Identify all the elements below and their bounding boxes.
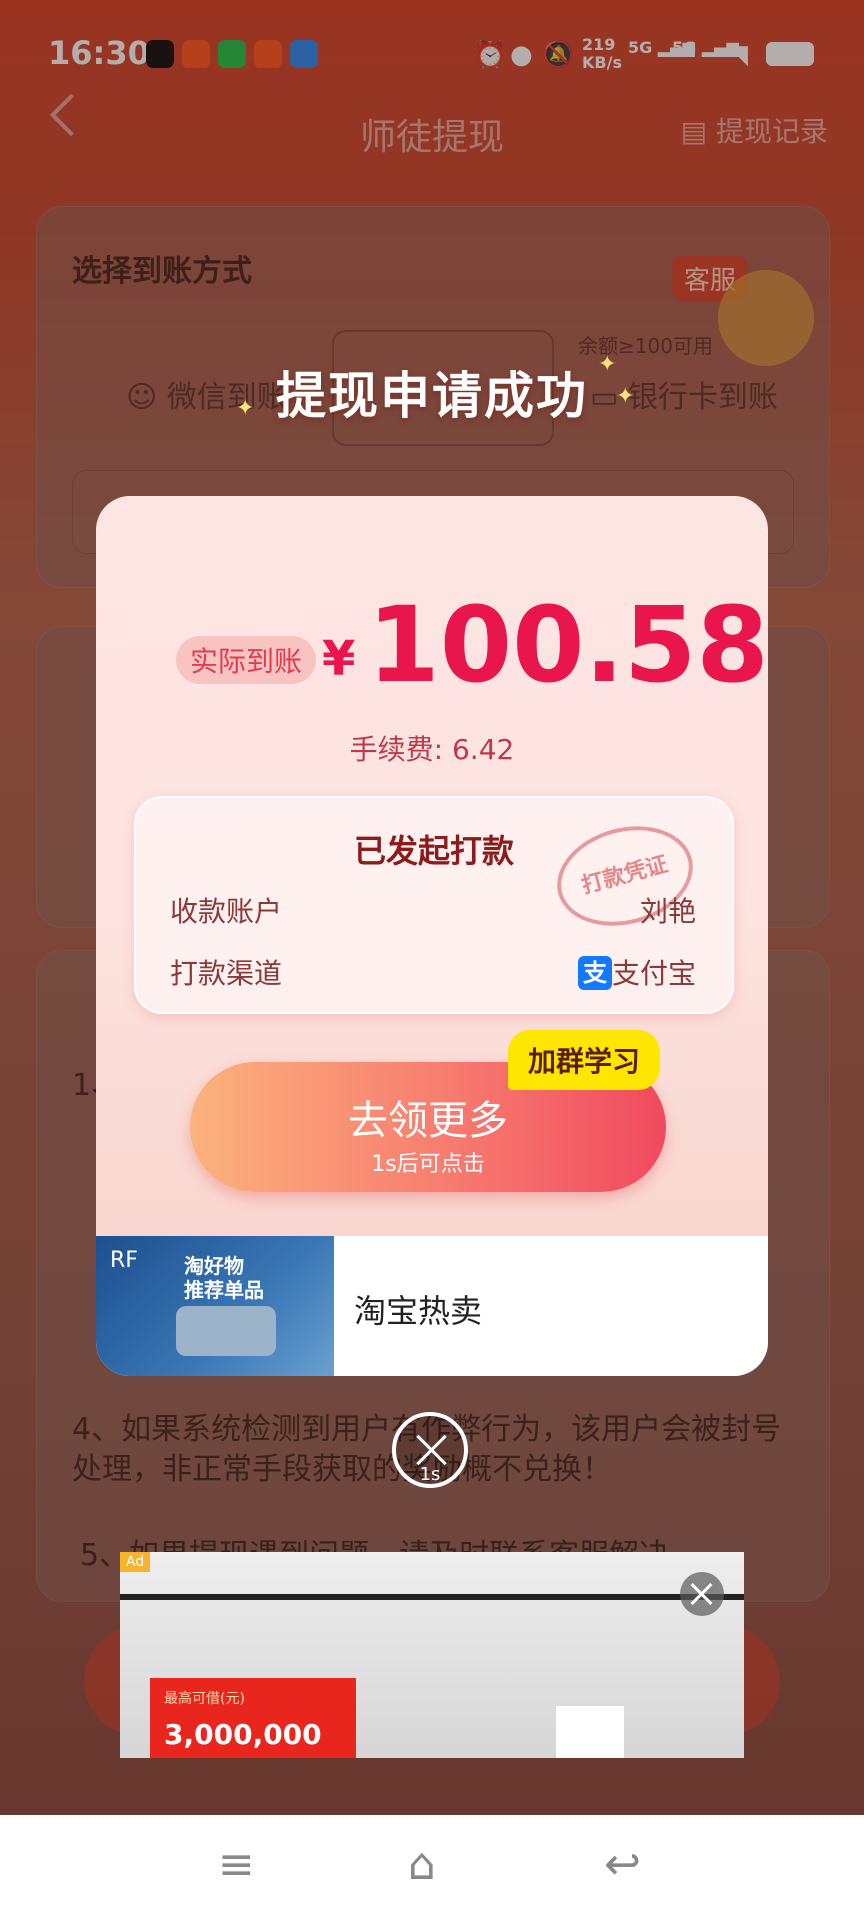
sparkle-icon: ✦ — [616, 384, 635, 409]
ad-divider — [120, 1594, 744, 1600]
close-countdown: 1s — [419, 1464, 441, 1485]
payment-info-card: 已发起打款 打款凭证 收款账户 刘艳 打款渠道 支 支付宝 — [134, 796, 734, 1014]
navigation-bar: ≡ ⌂ ↩ — [0, 1815, 864, 1920]
close-dialog-button[interactable]: 1s — [392, 1412, 468, 1488]
withdraw-success-dialog: 实际到账 ¥100.58 手续费: 6.42 已发起打款 打款凭证 收款账户 刘… — [96, 496, 768, 1376]
channel-value: 支付宝 — [611, 957, 696, 990]
home-icon[interactable]: ⌂ — [408, 1839, 436, 1890]
ad-thumb-text: 淘好物 推荐单品 — [184, 1254, 264, 1302]
inline-ad[interactable]: RF 淘好物 推荐单品 淘宝热卖 — [96, 1236, 768, 1376]
motor-image — [176, 1306, 276, 1356]
account-label: 收款账户 — [170, 895, 283, 928]
loan-banner: 最高可借(元) 3,000,000 — [150, 1678, 356, 1758]
back-icon[interactable]: ↩ — [604, 1839, 641, 1890]
get-more-label: 去领更多 — [348, 1098, 508, 1144]
join-group-tag[interactable]: 加群学习 — [508, 1030, 661, 1090]
loan-amount-label: 最高可借(元) — [164, 1691, 245, 1707]
menu-icon[interactable]: ≡ — [218, 1839, 255, 1890]
ad-title: 淘宝热卖 — [354, 1292, 483, 1330]
channel-label: 打款渠道 — [170, 957, 283, 990]
currency-symbol: ¥ — [322, 631, 356, 687]
close-ad-button[interactable] — [680, 1572, 724, 1616]
sparkle-icon: ✦ — [598, 352, 617, 377]
bottom-ad[interactable]: Ad 最高可借(元) 3,000,000 — [120, 1552, 744, 1758]
loan-amount: 3,000,000 — [164, 1718, 322, 1751]
ad-badge: RF — [110, 1248, 138, 1273]
amount: ¥100.58 — [322, 584, 768, 706]
get-more-countdown: 1s后可点击 — [371, 1152, 485, 1177]
alipay-icon: 支 — [578, 956, 612, 990]
ad-label: Ad — [120, 1552, 151, 1572]
actual-amount-label: 实际到账 — [176, 636, 317, 684]
amount-value: 100.58 — [367, 584, 768, 706]
sparkle-icon: ✦ — [236, 396, 255, 421]
fee-text: 手续费: 6.42 — [349, 733, 515, 766]
bank-logo — [556, 1706, 624, 1758]
ad-thumbnail: RF 淘好物 推荐单品 — [96, 1236, 334, 1376]
account-value: 刘艳 — [639, 895, 696, 928]
dialog-title: 提现申请成功 — [276, 367, 588, 425]
